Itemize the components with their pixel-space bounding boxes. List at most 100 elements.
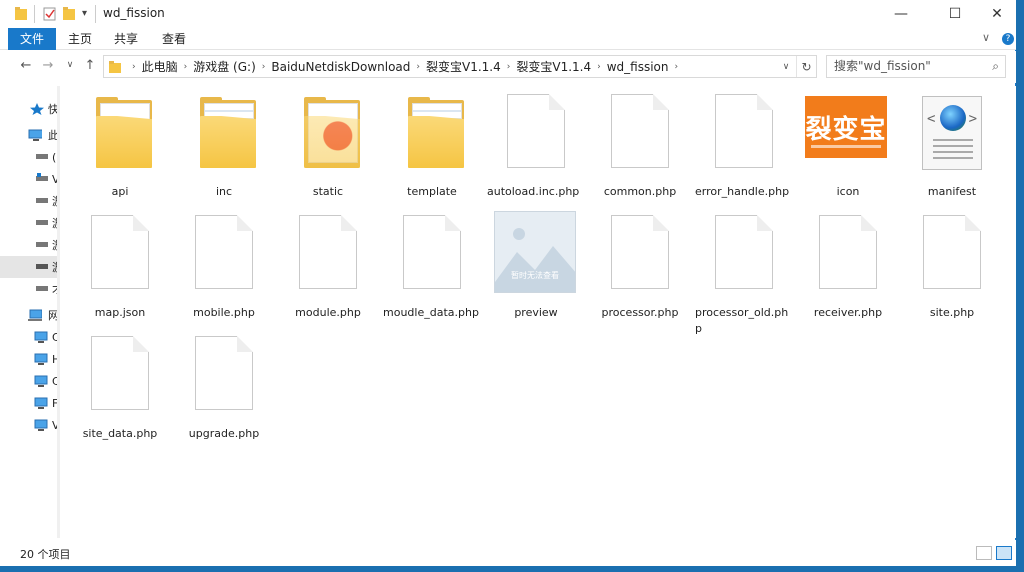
computer-icon — [28, 129, 42, 141]
computer-icon — [34, 419, 48, 431]
file-item[interactable]: 裂变宝 icon — [796, 94, 900, 200]
file-item[interactable]: api — [68, 94, 172, 200]
ribbon-expand-icon[interactable]: ∨ — [982, 31, 990, 44]
folder-icon — [68, 94, 172, 178]
drive-icon — [36, 286, 48, 291]
nav-drive[interactable]: 才 — [0, 278, 60, 300]
nav-drive[interactable]: 游 — [0, 234, 60, 256]
nav-network-pc[interactable]: F — [0, 392, 60, 414]
tab-home[interactable]: 主页 — [62, 28, 98, 50]
file-item[interactable]: 暂时无法查看 preview — [484, 211, 588, 321]
breadcrumb-separator-icon: › — [261, 61, 266, 72]
address-bar[interactable]: › 此电脑 › 游戏盘 (G:) › BaiduNetdiskDownload … — [103, 55, 817, 78]
nav-drive[interactable]: V — [0, 168, 60, 190]
search-placeholder: 搜索"wd_fission" — [834, 59, 931, 73]
file-item[interactable]: mobile.php — [172, 215, 276, 321]
file-icon — [588, 215, 692, 299]
properties-icon[interactable] — [42, 5, 58, 23]
breadcrumb-separator-icon: › — [183, 61, 188, 72]
file-icon — [380, 215, 484, 299]
image-thumbnail-icon: 裂变宝 — [796, 94, 900, 178]
folder-icon — [15, 7, 27, 20]
breadcrumb-fission-1[interactable]: 裂变宝V1.1.4 — [426, 58, 501, 75]
file-item[interactable]: inc — [172, 94, 276, 200]
ribbon-tabs: 文件 主页 共享 查看 ∨ ? — [0, 28, 1016, 50]
folder-icon — [172, 94, 276, 178]
drive-icon — [36, 264, 48, 269]
address-row: ← → ∨ ↑ › 此电脑 › 游戏盘 (G:) › BaiduNetdiskD… — [0, 51, 1016, 83]
file-icon — [68, 215, 172, 299]
refresh-icon[interactable]: ↻ — [796, 56, 816, 77]
file-item[interactable]: moudle_data.php — [380, 215, 484, 321]
file-icon — [276, 215, 380, 299]
drive-icon — [36, 220, 48, 225]
nav-network-pc[interactable]: H — [0, 348, 60, 370]
nav-network[interactable]: 网 — [0, 304, 60, 326]
address-dropdown-icon[interactable]: ∨ — [778, 56, 794, 77]
close-button[interactable]: ✕ — [974, 0, 1020, 28]
forward-arrow-icon[interactable]: → — [40, 58, 56, 73]
drive-icon — [36, 242, 48, 247]
search-input[interactable]: 搜索"wd_fission" ⌕ — [826, 55, 1006, 78]
nav-network-pc[interactable]: C — [0, 326, 60, 348]
nav-network-pc[interactable]: V — [0, 414, 60, 436]
file-icon — [588, 94, 692, 178]
windows-drive-icon — [36, 173, 48, 181]
breadcrumb-separator-icon: › — [597, 61, 601, 72]
file-item[interactable]: error_handle.php — [692, 94, 796, 200]
file-item[interactable]: processor.php — [588, 215, 692, 321]
nav-drive[interactable]: 游 — [0, 212, 60, 234]
new-folder-icon[interactable] — [62, 5, 76, 23]
nav-drive[interactable]: 游 — [0, 190, 60, 212]
customize-toolbar-icon[interactable]: ▾ — [82, 5, 87, 23]
computer-icon — [34, 331, 48, 343]
file-icon — [68, 336, 172, 420]
file-item[interactable]: autoload.inc.php — [484, 94, 588, 200]
tab-view[interactable]: 查看 — [156, 28, 192, 50]
network-icon — [28, 309, 42, 321]
title-bar: ▾ wd_fission — ☐ ✕ — [0, 0, 1016, 28]
back-arrow-icon[interactable]: ← — [18, 58, 34, 73]
explorer-window: ▾ wd_fission — ☐ ✕ 文件 主页 共享 查看 ∨ ? ← → ∨… — [0, 0, 1016, 566]
nav-quick-access[interactable]: 快 — [0, 98, 60, 120]
file-item[interactable]: site_data.php — [68, 336, 172, 442]
file-icon — [172, 215, 276, 299]
file-item[interactable]: module.php — [276, 215, 380, 321]
help-icon[interactable]: ? — [1002, 33, 1014, 45]
file-item[interactable]: template — [380, 94, 484, 200]
file-item[interactable]: map.json — [68, 215, 172, 321]
file-icon — [900, 215, 1004, 299]
nav-network-pc[interactable]: C — [0, 370, 60, 392]
large-icons-view-icon[interactable] — [996, 546, 1012, 560]
icon-logo-text: 裂变宝 — [805, 114, 887, 145]
file-item[interactable]: static — [276, 94, 380, 200]
nav-scrollbar[interactable] — [57, 86, 60, 538]
navigation-pane: 快 此 ( V 游 游 游 游 才 网 C H C F V — [0, 86, 60, 538]
recent-locations-icon[interactable]: ∨ — [62, 60, 78, 70]
breadcrumb-this-pc[interactable]: 此电脑 — [142, 58, 178, 75]
minimize-button[interactable]: — — [878, 0, 924, 28]
tab-share[interactable]: 共享 — [108, 28, 144, 50]
file-item[interactable]: upgrade.php — [172, 336, 276, 442]
file-item[interactable]: site.php — [900, 215, 1004, 321]
file-icon — [796, 215, 900, 299]
maximize-button[interactable]: ☐ — [932, 0, 978, 28]
file-item[interactable]: processor_old.php — [692, 215, 796, 337]
tab-file[interactable]: 文件 — [8, 28, 56, 50]
breadcrumb-drive[interactable]: 游戏盘 (G:) — [193, 58, 256, 75]
breadcrumb-fission-2[interactable]: 裂变宝V1.1.4 — [516, 58, 591, 75]
folder-icon — [276, 94, 380, 178]
breadcrumb-download[interactable]: BaiduNetdiskDownload — [271, 60, 410, 74]
nav-this-pc[interactable]: 此 — [0, 124, 60, 146]
breadcrumb-wd-fission[interactable]: wd_fission — [607, 60, 669, 74]
status-bar: 20 个项目 — [0, 540, 1016, 566]
search-icon: ⌕ — [992, 59, 999, 73]
file-item[interactable]: < > manifest — [900, 94, 1004, 200]
file-item[interactable]: common.php — [588, 94, 692, 200]
up-arrow-icon[interactable]: ↑ — [82, 58, 98, 73]
folder-icon — [380, 94, 484, 178]
details-view-icon[interactable] — [976, 546, 992, 560]
file-item[interactable]: receiver.php — [796, 215, 900, 321]
nav-drive[interactable]: ( — [0, 146, 60, 168]
nav-drive-selected[interactable]: 游 — [0, 256, 60, 278]
